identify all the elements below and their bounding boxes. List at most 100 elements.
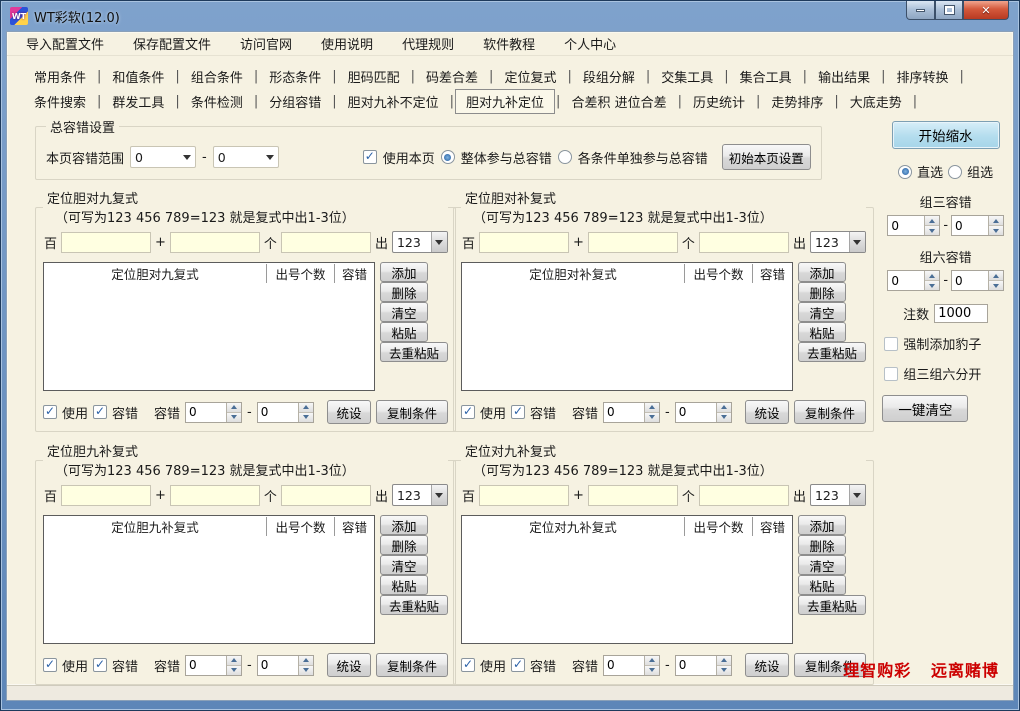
- tab-combo-conditions[interactable]: 组合条件: [181, 65, 253, 88]
- close-button[interactable]: ✕: [963, 1, 1009, 20]
- tab-condition-search[interactable]: 条件搜索: [24, 90, 96, 113]
- menu-save-config[interactable]: 保存配置文件: [133, 34, 211, 53]
- spin-up-icon[interactable]: [989, 271, 1003, 281]
- spin-up-icon[interactable]: [227, 656, 241, 666]
- hundreds-input[interactable]: [479, 485, 569, 506]
- group3-to-value[interactable]: [952, 216, 988, 235]
- split-group36-checkbox[interactable]: ✓: [884, 367, 898, 381]
- group6-to-value[interactable]: [952, 271, 988, 290]
- copy-condition-button[interactable]: 复制条件: [376, 653, 448, 677]
- spin-down-icon[interactable]: [925, 226, 939, 235]
- spin-down-icon[interactable]: [717, 413, 731, 422]
- spin-down-icon[interactable]: [645, 666, 659, 675]
- range-from-select[interactable]: 0: [130, 146, 196, 168]
- tolerance-to-value[interactable]: [258, 403, 298, 422]
- group3-to-spinner[interactable]: [951, 215, 1004, 236]
- add-button[interactable]: 添加: [380, 515, 428, 535]
- condition-listbox[interactable]: 定位对九补复式 出号个数 容错: [461, 515, 793, 644]
- bet-count-input[interactable]: [934, 304, 988, 323]
- group3-from-value[interactable]: [888, 216, 924, 235]
- dedupe-paste-button[interactable]: 去重粘贴: [798, 595, 866, 615]
- menu-personal-center[interactable]: 个人中心: [564, 34, 616, 53]
- tens-input[interactable]: [170, 232, 260, 253]
- add-button[interactable]: 添加: [798, 262, 846, 282]
- spin-down-icon[interactable]: [299, 666, 313, 675]
- tolerance-to-value[interactable]: [676, 403, 716, 422]
- units-input[interactable]: [281, 485, 371, 506]
- delete-button[interactable]: 删除: [380, 535, 428, 555]
- dedupe-paste-button[interactable]: 去重粘贴: [380, 342, 448, 362]
- dedupe-paste-button[interactable]: 去重粘贴: [798, 342, 866, 362]
- tolerance-to-spinner[interactable]: [675, 402, 732, 423]
- start-shrink-button[interactable]: 开始缩水: [892, 121, 1000, 149]
- paste-button[interactable]: 粘贴: [380, 322, 428, 342]
- group-select-radio[interactable]: [948, 165, 962, 179]
- spin-up-icon[interactable]: [717, 656, 731, 666]
- group6-from-value[interactable]: [888, 271, 924, 290]
- titlebar[interactable]: WT WT彩软(12.0) ✕: [1, 1, 1019, 31]
- tab-sum-conditions[interactable]: 和值条件: [102, 65, 174, 88]
- tab-position-duplex[interactable]: 定位复式: [494, 65, 566, 88]
- tens-input[interactable]: [588, 485, 678, 506]
- spin-down-icon[interactable]: [989, 281, 1003, 290]
- clear-button[interactable]: 清空: [380, 302, 428, 322]
- add-button[interactable]: 添加: [798, 515, 846, 535]
- copy-condition-button[interactable]: 复制条件: [376, 400, 448, 424]
- whole-participate-radio[interactable]: [441, 150, 455, 164]
- tolerance-from-spinner[interactable]: [185, 655, 242, 676]
- tolerance-from-spinner[interactable]: [603, 655, 660, 676]
- group3-from-spinner[interactable]: [887, 215, 940, 236]
- tolerance-from-value[interactable]: [604, 403, 644, 422]
- tolerance-from-value[interactable]: [186, 656, 226, 675]
- tolerance-checkbox[interactable]: ✓: [93, 658, 107, 672]
- clear-all-button[interactable]: 一键清空: [882, 395, 968, 422]
- menu-help[interactable]: 使用说明: [321, 34, 373, 53]
- clear-button[interactable]: 清空: [380, 555, 428, 575]
- tab-sort-convert[interactable]: 排序转换: [886, 65, 958, 88]
- menu-official-site[interactable]: 访问官网: [240, 34, 292, 53]
- tolerance-to-spinner[interactable]: [257, 655, 314, 676]
- tolerance-to-spinner[interactable]: [257, 402, 314, 423]
- menu-import-config[interactable]: 导入配置文件: [26, 34, 104, 53]
- out-count-select[interactable]: 123: [392, 484, 448, 506]
- use-checkbox[interactable]: ✓: [43, 658, 57, 672]
- maximize-button[interactable]: [935, 1, 963, 20]
- tab-hechaji-jinwei[interactable]: 合差积 进位合差: [561, 90, 676, 113]
- spin-up-icon[interactable]: [645, 656, 659, 666]
- spin-down-icon[interactable]: [227, 413, 241, 422]
- tab-common-conditions[interactable]: 常用条件: [24, 65, 96, 88]
- unified-set-button[interactable]: 统设: [745, 400, 789, 424]
- delete-button[interactable]: 删除: [798, 282, 846, 302]
- menu-agent-rules[interactable]: 代理规则: [402, 34, 454, 53]
- tab-code-diff[interactable]: 码差合差: [416, 65, 488, 88]
- tolerance-to-value[interactable]: [676, 656, 716, 675]
- hundreds-input[interactable]: [61, 232, 151, 253]
- condition-listbox[interactable]: 定位胆对九复式 出号个数 容错: [43, 262, 375, 391]
- use-checkbox[interactable]: ✓: [461, 658, 475, 672]
- menu-tutorial[interactable]: 软件教程: [483, 34, 535, 53]
- tolerance-checkbox[interactable]: ✓: [511, 658, 525, 672]
- tolerance-checkbox[interactable]: ✓: [93, 405, 107, 419]
- tab-danduijiubu-nonposition[interactable]: 胆对九补不定位: [338, 90, 449, 113]
- units-input[interactable]: [699, 232, 789, 253]
- tab-output-results[interactable]: 输出结果: [808, 65, 880, 88]
- hundreds-input[interactable]: [479, 232, 569, 253]
- condition-listbox[interactable]: 定位胆九补复式 出号个数 容错: [43, 515, 375, 644]
- tolerance-from-value[interactable]: [186, 403, 226, 422]
- individual-participate-radio[interactable]: [558, 150, 572, 164]
- spin-down-icon[interactable]: [925, 281, 939, 290]
- tolerance-checkbox[interactable]: ✓: [511, 405, 525, 419]
- tab-group-tolerance[interactable]: 分组容错: [259, 90, 331, 113]
- dedupe-paste-button[interactable]: 去重粘贴: [380, 595, 448, 615]
- tab-set-tools[interactable]: 集合工具: [730, 65, 802, 88]
- tolerance-from-spinner[interactable]: [603, 402, 660, 423]
- condition-listbox[interactable]: 定位胆对补复式 出号个数 容错: [461, 262, 793, 391]
- direct-select-radio[interactable]: [898, 165, 912, 179]
- tab-history-stats[interactable]: 历史统计: [683, 90, 755, 113]
- copy-condition-button[interactable]: 复制条件: [794, 400, 866, 424]
- clear-button[interactable]: 清空: [798, 555, 846, 575]
- add-button[interactable]: 添加: [380, 262, 428, 282]
- units-input[interactable]: [699, 485, 789, 506]
- tolerance-from-spinner[interactable]: [185, 402, 242, 423]
- tab-danduijiubu-position-selected[interactable]: 胆对九补定位: [455, 89, 555, 114]
